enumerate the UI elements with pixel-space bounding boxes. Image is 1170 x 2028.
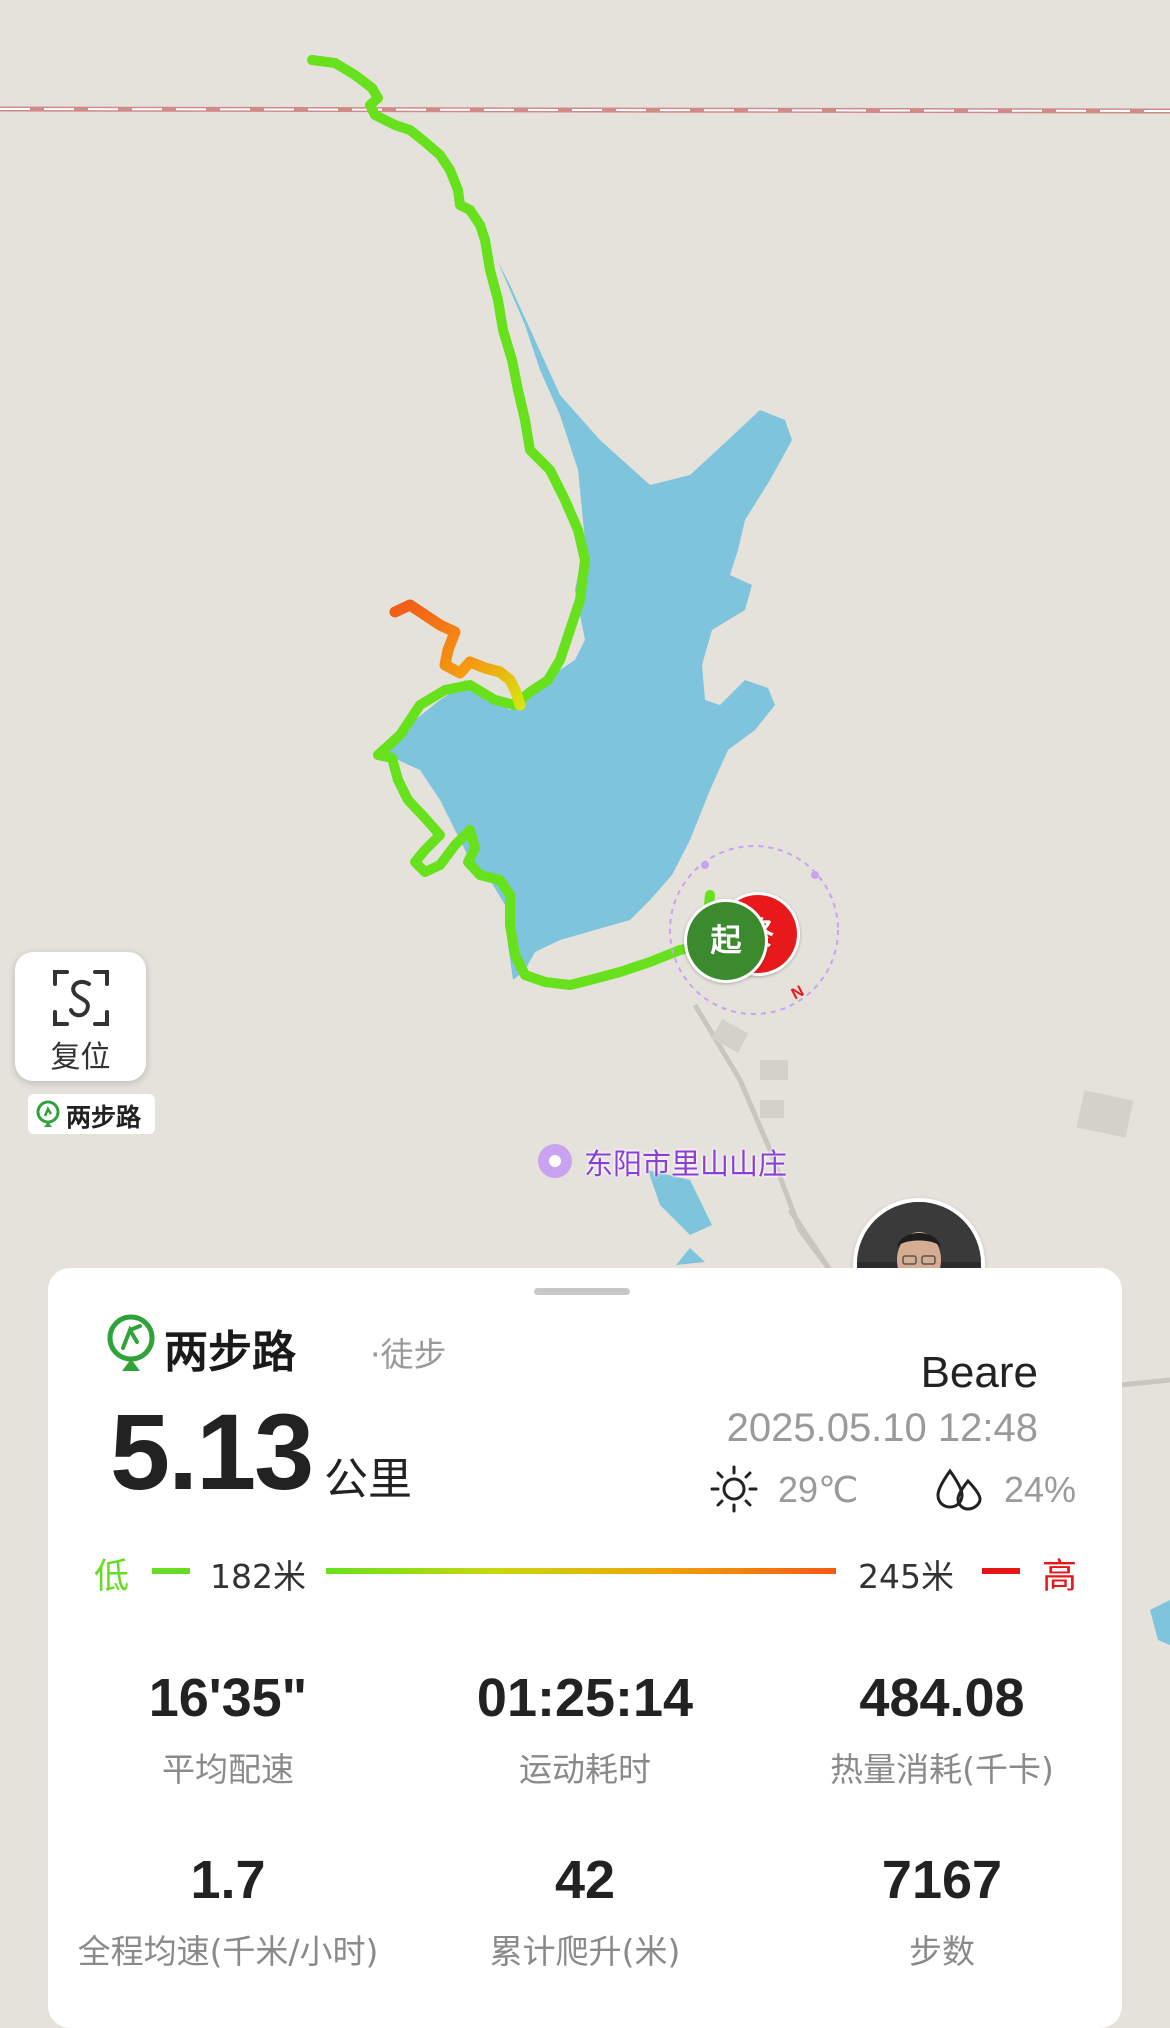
stat-avg-pace: 16'35" 平均配速 [48,1671,408,1791]
elevation-low-value: 182米 [210,1557,306,1596]
watermark: 两步路 [28,1094,155,1134]
stat-steps: 7167 步数 [762,1853,1122,1973]
drag-handle[interactable] [534,1288,630,1295]
stat-calories: 484.08 热量消耗(千卡) [762,1671,1122,1791]
liangbulu-logo-icon [107,1314,155,1371]
activity-summary-sheet: 两步路 ·徒步 5.13 公里 Beare 2025.05.10 12:48 2… [48,1268,1122,2028]
stat-avg-speed: 1.7 全程均速(千米/小时) [48,1853,408,1973]
stat-label: 累计爬升(米) [489,1932,681,1971]
watermark-text: 两步路 [66,1103,142,1132]
activity-datetime: 2025.05.10 12:48 [726,1406,1038,1450]
reset-view-button[interactable]: 复位 [15,952,146,1081]
location-pin-icon [538,1144,572,1178]
elevation-low-label: 低 [94,1557,130,1597]
temperature: 29℃ [778,1469,859,1510]
stat-value: 484.08 [859,1668,1025,1728]
liangbulu-logo-icon [36,1100,60,1127]
elevation-high-swatch [982,1568,1020,1574]
stat-ascent: 42 累计爬升(米) [405,1853,765,1973]
sun-icon [710,1465,758,1513]
stat-label: 热量消耗(千卡) [830,1750,1054,1789]
poi-label: 东阳市里山山庄 [584,1147,788,1181]
stat-value: 7167 [881,1850,1003,1910]
stat-value: 01:25:14 [476,1668,694,1728]
activity-type: ·徒步 [370,1335,447,1374]
stat-label: 步数 [909,1932,975,1971]
elevation-low-swatch [152,1568,190,1574]
distance-value: 5.13 [110,1391,314,1512]
start-marker[interactable]: 起 [684,899,768,983]
stat-value: 42 [554,1850,616,1910]
brand-name: 两步路 [164,1327,296,1378]
humidity: 24% [1004,1469,1077,1510]
distance-unit: 公里 [324,1454,412,1505]
stat-value: 16'35" [148,1668,308,1728]
stat-duration: 01:25:14 运动耗时 [405,1671,765,1791]
username: Beare [920,1348,1038,1397]
reset-label: 复位 [50,1040,111,1075]
elevation-high-value: 245米 [858,1557,954,1596]
stat-label: 全程均速(千米/小时) [77,1932,379,1971]
elevation-high-label: 高 [1042,1557,1078,1597]
elevation-gradient-bar [326,1568,836,1574]
recenter-route-icon [53,970,109,1026]
stat-label: 平均配速 [162,1750,294,1789]
stat-value: 1.7 [190,1850,266,1910]
elevation-legend: 低 182米 245米 高 [48,1546,1122,1597]
humidity-icon [936,1468,982,1511]
stat-label: 运动耗时 [519,1750,651,1789]
